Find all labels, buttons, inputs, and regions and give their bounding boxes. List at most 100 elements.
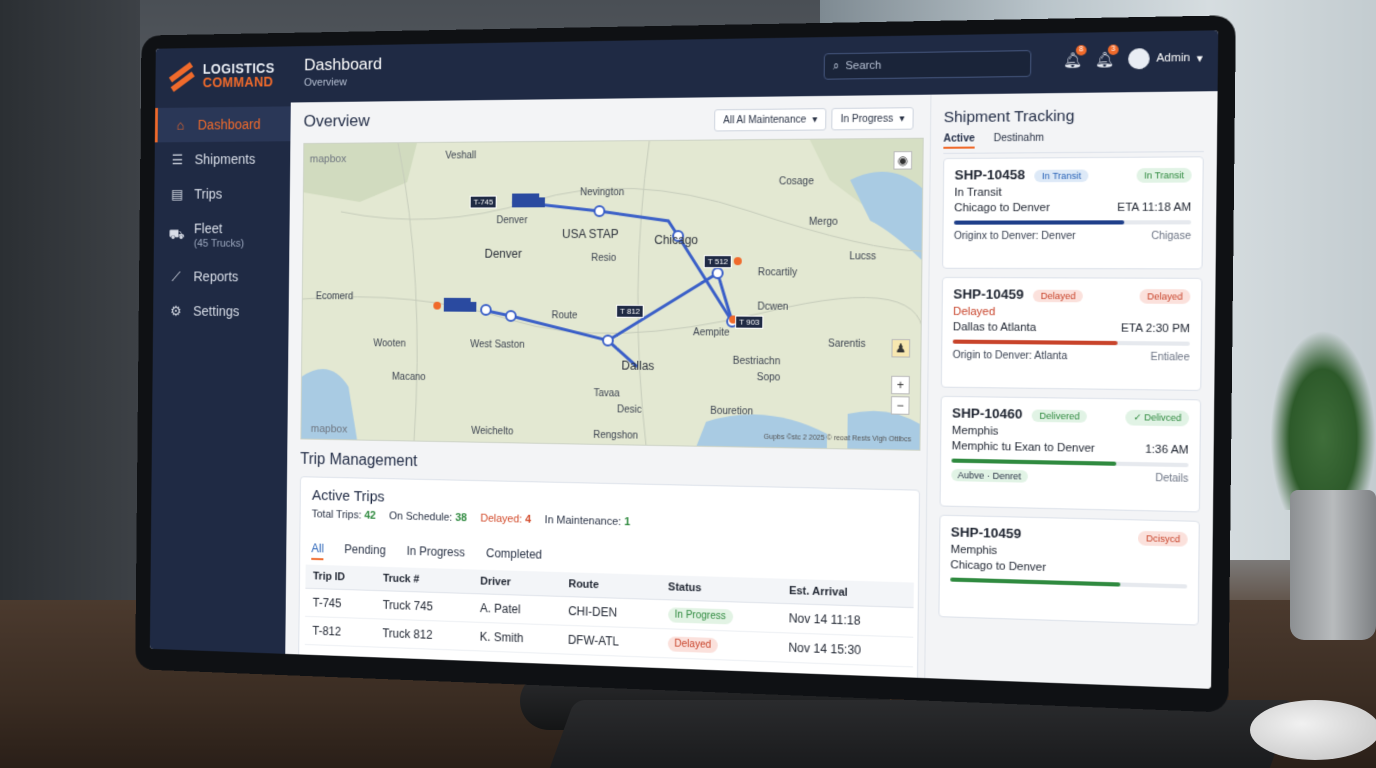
nav-trips[interactable]: ▤ Trips <box>154 176 290 211</box>
search-icon: ⌕ <box>832 59 840 72</box>
truck-marker-t903[interactable]: T 903 <box>735 315 764 329</box>
map-label: Sopo <box>756 372 781 384</box>
status-badge: Delayed <box>667 636 719 654</box>
alert-icon[interactable]: 🔔︎ 3 <box>1095 44 1119 72</box>
map-label: Rocartily <box>757 267 798 279</box>
column-header[interactable]: Driver <box>472 569 561 597</box>
map-label: Route <box>551 310 578 322</box>
map-logo-bottom: mapbox <box>310 423 348 436</box>
shipment-card[interactable]: SHP-10458 In Transit In Transit In Trans… <box>942 156 1204 270</box>
shipment-card[interactable]: SHP-10459 Delayed Delayed Delayed Dallas… <box>940 276 1203 391</box>
cell-truck: Truck 812 <box>374 618 473 651</box>
nav-shipments[interactable]: ☰ Shipments <box>155 141 291 177</box>
cell-status: Delayed <box>659 628 781 662</box>
shipment-card[interactable]: SHP-10459 Dcisycd Memphis Chicago to Den… <box>938 514 1200 626</box>
map-label: Wooten <box>373 338 406 350</box>
tab-completed[interactable]: Completed <box>486 546 542 566</box>
column-header[interactable]: Route <box>560 572 661 600</box>
trip-tabs: All Pending In Progress Completed <box>311 541 542 566</box>
search-placeholder: Search <box>845 59 882 73</box>
nav-label: Settings <box>193 303 240 319</box>
shipment-eta: 1:36 AM <box>1144 443 1189 457</box>
filter-value: In Progress <box>840 112 894 125</box>
home-icon: ⌂ <box>176 117 185 133</box>
user-menu[interactable]: Admin ▾ <box>1128 47 1203 70</box>
map-label: Dallas <box>621 358 655 373</box>
status-badge: In Progress <box>667 607 733 625</box>
shipment-location: Entialee <box>1150 351 1190 364</box>
cell-route: CHI-DEN <box>560 596 661 629</box>
nav-fleet[interactable]: ⛟ Fleet (45 Trucks) <box>154 211 290 259</box>
zoom-out-button[interactable]: − <box>890 396 910 415</box>
map-label: Aempite <box>692 327 730 339</box>
brand-line2: COMMAND <box>202 73 274 91</box>
state-badge: In Transit <box>1136 167 1192 183</box>
details-link[interactable]: Details <box>1155 473 1188 486</box>
nav-settings[interactable]: ⚙ Settings <box>153 293 289 329</box>
filter-dropdown-status[interactable]: In Progress ▾ <box>831 107 914 131</box>
tab-pending[interactable]: Pending <box>344 542 386 562</box>
shipment-eta: ETA 2:30 PM <box>1120 322 1191 336</box>
nav-dashboard[interactable]: ⌂ Dashboard <box>154 106 291 143</box>
shipment-status: Delayed <box>953 305 996 319</box>
map-label: Tavaa <box>593 388 620 400</box>
stat-total: Total Trips: 42 <box>311 508 376 522</box>
page-title: Dashboard <box>304 54 383 75</box>
map-label: Veshall <box>445 150 477 162</box>
filter-dropdown-maintenance[interactable]: All Al Maintenance ▾ <box>714 108 827 132</box>
search-input[interactable]: ⌕ Search <box>823 50 1032 80</box>
chevron-down-icon: ▾ <box>899 112 905 125</box>
map[interactable]: mapbox mapbox Veshall Nevington Cosage U… <box>300 137 924 451</box>
truck-icon: ⛟ <box>168 225 185 242</box>
nav-reports[interactable]: ⟋ Reports <box>153 259 289 294</box>
map-label: Denver <box>496 215 528 227</box>
shipment-eta: ETA 11:18 AM <box>1117 201 1192 215</box>
filter-value: All Al Maintenance <box>723 113 807 126</box>
stat-maintenance: In Maintenance: 1 <box>544 514 631 529</box>
tab-active[interactable]: Active <box>943 133 975 149</box>
tab-in-progress[interactable]: In Progress <box>406 544 466 564</box>
stat-schedule: On Schedule: 38 <box>389 510 468 525</box>
column-header[interactable]: Truck # <box>375 566 473 594</box>
progress-bar <box>954 220 1192 225</box>
avatar <box>1128 48 1151 70</box>
shipment-tracking-panel: Shipment Tracking Active Destinahm SHP-1… <box>924 91 1218 689</box>
cell-arrival: Nov 14 11:18 <box>780 603 914 638</box>
shipment-status: Memphis <box>951 424 999 438</box>
notification-badge: 8 <box>1075 45 1087 56</box>
tab-all[interactable]: All <box>311 541 324 561</box>
map-label: Sarentis <box>827 338 866 351</box>
map-label: Resio <box>591 252 617 264</box>
nav-label: Dashboard <box>197 116 261 133</box>
fleet-count: (45 Trucks) <box>193 237 245 250</box>
zoom-in-button[interactable]: + <box>891 375 910 395</box>
cell-trip-id: T-812 <box>304 616 375 648</box>
shipment-id: SHP-10459 <box>953 286 1024 302</box>
main-content: Overview All Al Maintenance ▾ In Progres… <box>285 95 930 684</box>
pegman-icon[interactable]: ♟ <box>891 339 911 358</box>
nav-label: Shipments <box>194 151 256 167</box>
compass-icon[interactable]: ◉ <box>893 151 913 170</box>
shipment-card[interactable]: SHP-10460 Delivered ✓ Delivced Memphis M… <box>939 395 1202 513</box>
nav-label: Reports <box>193 268 239 285</box>
state-badge: Delayed <box>1139 289 1191 304</box>
chevron-down-icon: ▾ <box>812 113 818 125</box>
brand-logo[interactable]: LOGISTICS COMMAND <box>155 46 291 108</box>
truck-marker-t812[interactable]: T 812 <box>616 304 645 318</box>
shipment-route: Dallas to Atlanta <box>952 321 1037 335</box>
shipment-location: Chigase <box>1151 230 1192 243</box>
truck-marker-t745[interactable]: T-745 <box>469 195 498 209</box>
progress-bar <box>951 458 1189 468</box>
chart-line-icon: ⟋ <box>171 268 181 284</box>
status-badge: Delivered <box>1031 409 1088 423</box>
map-label: West Saston <box>470 339 525 351</box>
notification-badge: 3 <box>1107 44 1119 56</box>
bell-icon[interactable]: 🔔︎ 8 <box>1063 45 1087 72</box>
shipment-origin: Originx to Denver: Denver <box>953 230 1076 243</box>
state-badge: Dcisycd <box>1138 530 1188 547</box>
backdrop-blind <box>0 0 140 600</box>
truck-marker-t512[interactable]: T 512 <box>703 255 733 269</box>
trip-management-title: Trip Management <box>300 451 418 470</box>
tab-destination[interactable]: Destinahm <box>994 133 1045 149</box>
column-header[interactable]: Trip ID <box>305 564 376 591</box>
